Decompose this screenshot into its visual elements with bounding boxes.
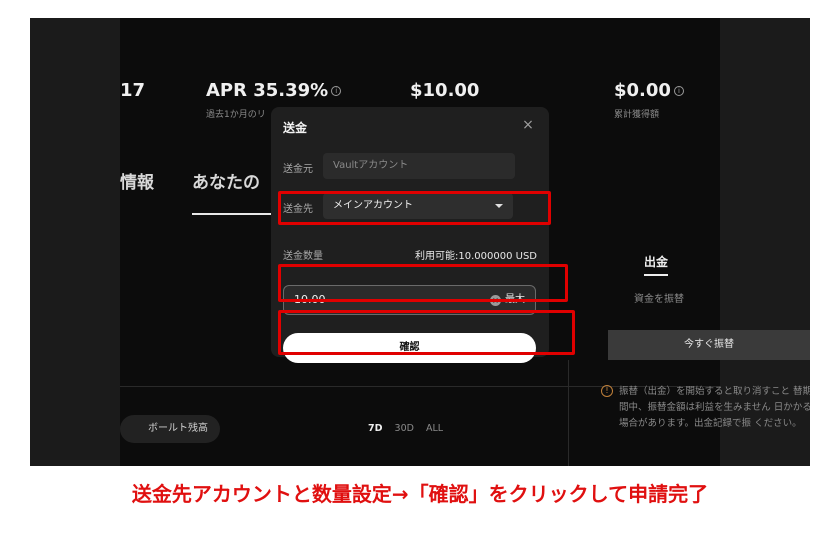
tab-yours[interactable]: あなたの: [192, 168, 260, 193]
instruction-caption: 送金先アカウントと数量設定→「確認」をクリックして申請完了: [131, 482, 709, 506]
period-selector: 7D 30D ALL: [368, 423, 452, 434]
close-icon[interactable]: ×: [521, 118, 535, 132]
stat-earned-label: 累計獲得額: [614, 110, 660, 120]
highlight-confirm: [278, 310, 575, 355]
highlight-to-account: [278, 191, 551, 225]
period-30d[interactable]: 30D: [395, 423, 414, 434]
period-7d[interactable]: 7D: [368, 423, 383, 434]
highlight-amount: [278, 264, 568, 302]
vault-balance-tab[interactable]: ボールト残高: [120, 415, 220, 443]
from-account-field: Vaultアカウント: [323, 153, 515, 179]
stat-balance-value: $10.00: [410, 80, 480, 101]
warning-text: 振替（出金）を開始すると取り消すこと 替期間中、振替金額は利益を生みません 日か…: [619, 386, 810, 429]
stat-apr-label: 過去1か月のリ: [206, 110, 266, 120]
from-label: 送金元: [283, 164, 313, 175]
withdraw-subtext: 資金を振替: [634, 294, 684, 305]
active-tab-underline: [192, 213, 272, 215]
page: 17 APR 35.39% i 過去1か月のリ $10.00 $0.00 i 累計獲…: [0, 0, 840, 560]
modal-title: 送金: [283, 121, 308, 135]
stat-value-partial: 17: [120, 80, 146, 101]
stat-apr-value: APR 35.39%: [206, 80, 329, 101]
divider-vertical: [568, 360, 569, 466]
tab-withdraw[interactable]: 出金: [644, 253, 669, 276]
info-icon[interactable]: i: [673, 86, 684, 96]
stat-earned-value: $0.00: [614, 80, 671, 101]
info-icon[interactable]: i: [331, 86, 342, 96]
warning-icon: !: [601, 385, 613, 397]
available-balance: 利用可能:10.000000 USD: [415, 251, 537, 262]
screenshot-frame: 17 APR 35.39% i 過去1か月のリ $10.00 $0.00 i 累計獲…: [30, 18, 810, 466]
tab-info[interactable]: 情報: [120, 168, 154, 193]
period-all[interactable]: ALL: [426, 423, 443, 434]
stat-apr: APR 35.39% i: [206, 80, 342, 101]
app-window: 17 APR 35.39% i 過去1か月のリ $10.00 $0.00 i 累計獲…: [120, 18, 810, 466]
transfer-now-button[interactable]: 今すぐ振替: [608, 330, 810, 360]
stat-earned: $0.00 i: [614, 80, 684, 101]
amount-label: 送金数量: [283, 251, 323, 262]
